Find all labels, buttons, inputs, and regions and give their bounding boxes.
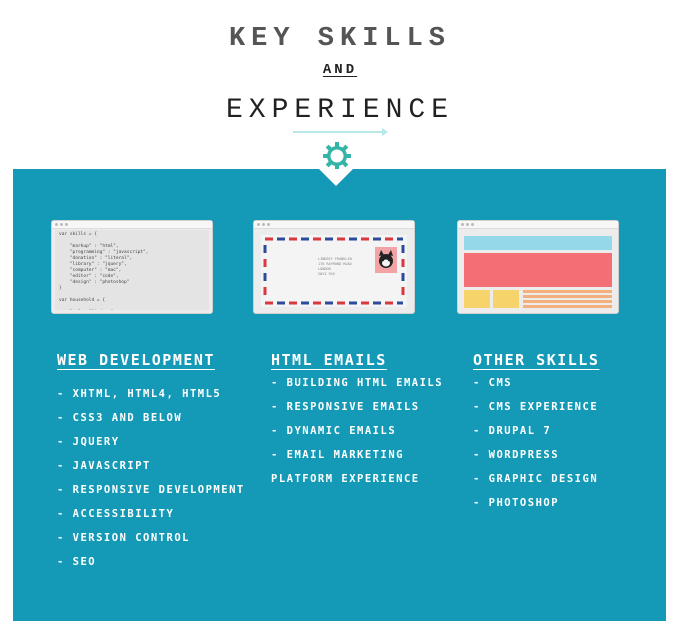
- other-skills-heading: OTHER SKILLS: [473, 351, 600, 369]
- html-emails-heading: HTML EMAILS: [271, 351, 387, 369]
- list-item: - DYNAMIC EMAILS: [271, 425, 397, 437]
- wireframe-line: [523, 290, 612, 293]
- wireframe-line: [523, 300, 612, 303]
- list-item: - BUILDING HTML EMAILS: [271, 377, 444, 389]
- code-thumbnail: var skills = { "markup" : "html", "progr…: [51, 220, 213, 314]
- wireframe-line: [523, 305, 612, 308]
- window-bar: [52, 221, 212, 229]
- list-item: - GRAPHIC DESIGN: [473, 473, 599, 485]
- list-item: - WORDPRESS: [473, 449, 560, 461]
- list-item: - ACCESSIBILITY: [57, 508, 175, 520]
- code-snippet: var skills = { "markup" : "html", "progr…: [55, 230, 209, 310]
- list-item: - EMAIL MARKETING: [271, 449, 404, 461]
- list-item: - JAVASCRIPT: [57, 460, 151, 472]
- window-bar: [254, 221, 414, 229]
- list-item: - RESPONSIVE DEVELOPMENT: [57, 484, 245, 496]
- arrow-head: [382, 128, 388, 136]
- wireframe-line: [523, 295, 612, 298]
- wireframe-block: [464, 290, 490, 308]
- list-item: - XHTML, HTML4, HTML5: [57, 388, 222, 400]
- list-item: - DRUPAL 7: [473, 425, 552, 437]
- wireframe-block: [493, 290, 519, 308]
- list-item: PLATFORM EXPERIENCE: [271, 473, 420, 485]
- title-and-text: AND: [322, 62, 358, 78]
- list-item: - CMS EXPERIENCE: [473, 401, 599, 413]
- arrow-right-icon: [293, 131, 383, 133]
- list-item: - CSS3 AND BELOW: [57, 412, 183, 424]
- title-and: AND: [0, 62, 680, 78]
- list-item: - JQUERY: [57, 436, 120, 448]
- list-item: - RESPONSIVE EMAILS: [271, 401, 420, 413]
- list-item: - PHOTOSHOP: [473, 497, 560, 509]
- wireframe-thumbnail: [457, 220, 619, 314]
- list-item: - CMS: [473, 377, 513, 389]
- wireframe-hero: [464, 253, 612, 287]
- html-emails-list: - BUILDING HTML EMAILS - RESPONSIVE EMAI…: [271, 371, 443, 491]
- list-item: - SEO: [57, 556, 97, 568]
- panel-notch: [319, 169, 353, 186]
- list-item: - VERSION CONTROL: [57, 532, 190, 544]
- other-skills-list: - CMS - CMS EXPERIENCE - DRUPAL 7 - WORD…: [473, 371, 598, 515]
- title-experience: EXPERIENCE: [225, 95, 455, 126]
- wireframe-header: [464, 236, 612, 250]
- envelope-address: LINDSEY FRANKLIN 178 RAYMOND ROAD LONDON…: [318, 257, 352, 276]
- title-key-skills: KEY SKILLS: [228, 24, 452, 54]
- web-development-heading: WEB DEVELOPMENT: [57, 351, 215, 369]
- email-thumbnail: LINDSEY FRANKLIN 178 RAYMOND ROAD LONDON…: [253, 220, 415, 314]
- window-bar: [458, 221, 618, 229]
- web-development-list: - XHTML, HTML4, HTML5 - CSS3 AND BELOW -…: [57, 382, 245, 574]
- gear-icon: [323, 142, 351, 170]
